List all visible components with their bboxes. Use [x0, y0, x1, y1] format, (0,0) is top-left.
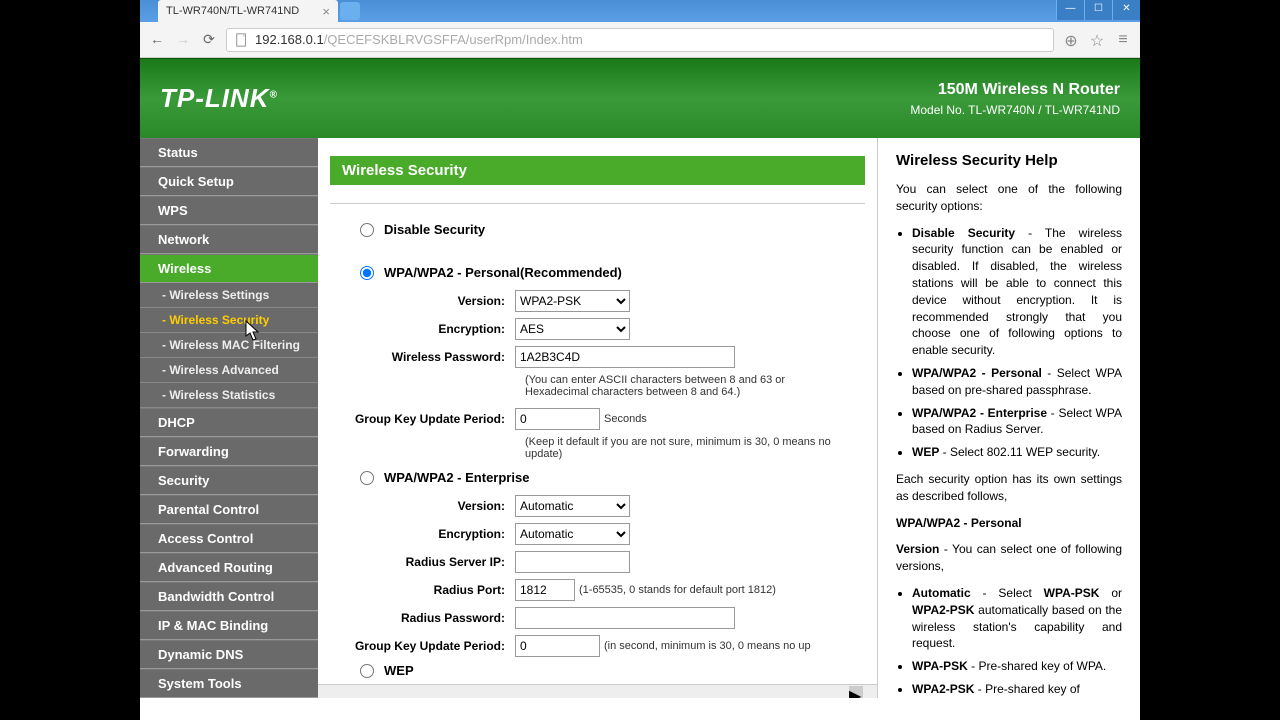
radius-port-input[interactable] [515, 579, 575, 601]
sidebar-item---wireless-mac-filtering[interactable]: - Wireless MAC Filtering [140, 333, 318, 358]
address-bar[interactable]: 192.168.0.1/QECEFSKBLRVGSFFA/userRpm/Ind… [226, 28, 1054, 52]
sidebar-item-dhcp[interactable]: DHCP [140, 408, 318, 437]
personal-version-select[interactable]: WPA2-PSK [515, 290, 630, 312]
wpa-enterprise-label: WPA/WPA2 - Enterprise [384, 470, 529, 485]
help-versions-list: Automatic - Select WPA-PSK or WPA2-PSK a… [912, 585, 1122, 698]
main-panel: Wireless Security Disable Security WPA/W… [318, 138, 878, 698]
radius-pw-label: Radius Password: [330, 611, 515, 625]
tab-title: TL-WR740N/TL-WR741ND [166, 5, 299, 17]
model-number: Model No. TL-WR740N / TL-WR741ND [910, 103, 1120, 117]
window-max-icon[interactable]: ☐ [1084, 0, 1112, 20]
sidebar-item-bandwidth-control[interactable]: Bandwidth Control [140, 582, 318, 611]
encryption-label: Encryption: [330, 322, 515, 336]
gkup-hint: (Keep it default if you are not sure, mi… [525, 436, 845, 460]
help-intro: You can select one of the following secu… [896, 181, 1122, 215]
personal-gkup-input[interactable] [515, 408, 600, 430]
wpa-personal-label: WPA/WPA2 - Personal(Recommended) [384, 265, 622, 280]
help-options-list: Disable Security - The wireless security… [912, 225, 1122, 461]
browser-tab[interactable]: TL-WR740N/TL-WR741ND × [158, 0, 338, 22]
ent-version-label: Version: [330, 499, 515, 513]
radius-port-hint: (1-65535, 0 stands for default port 1812… [579, 584, 776, 596]
personal-encryption-select[interactable]: AES [515, 318, 630, 340]
sidebar-item---wireless-statistics[interactable]: - Wireless Statistics [140, 383, 318, 408]
sidebar-item-access-control[interactable]: Access Control [140, 524, 318, 553]
help-bullet: Automatic - Select WPA-PSK or WPA2-PSK a… [912, 585, 1122, 652]
enterprise-version-select[interactable]: Automatic [515, 495, 630, 517]
router-header: TP-LINK® 150M Wireless N Router Model No… [140, 58, 1140, 138]
sidebar-item-parental-control[interactable]: Parental Control [140, 495, 318, 524]
page-icon [235, 33, 249, 47]
sidebar-item-security[interactable]: Security [140, 466, 318, 495]
new-tab-button[interactable] [340, 2, 360, 20]
window-min-icon[interactable]: — [1056, 0, 1084, 20]
reload-button[interactable]: ⟳ [200, 31, 218, 49]
wep-label: WEP [384, 663, 414, 678]
back-button[interactable]: ← [148, 31, 166, 49]
seconds-label: Seconds [604, 413, 647, 425]
horizontal-scrollbar[interactable]: ▶ [318, 684, 877, 698]
help-personal-heading: WPA/WPA2 - Personal [896, 516, 1022, 530]
url-text: 192.168.0.1/QECEFSKBLRVGSFFA/userRpm/Ind… [255, 32, 583, 47]
disable-security-label: Disable Security [384, 222, 485, 237]
sidebar-item---wireless-security[interactable]: - Wireless Security [140, 308, 318, 333]
browser-toolbar: ← → ⟳ 192.168.0.1/QECEFSKBLRVGSFFA/userR… [140, 22, 1140, 58]
sidebar-item-status[interactable]: Status [140, 138, 318, 167]
ent-gkup-label: Group Key Update Period: [330, 639, 515, 653]
version-label: Version: [330, 294, 515, 308]
help-bullet: Disable Security - The wireless security… [912, 225, 1122, 359]
radius-ip-input[interactable] [515, 551, 630, 573]
radio-disable-security[interactable] [360, 223, 374, 237]
sidebar-item-wps[interactable]: WPS [140, 196, 318, 225]
sidebar-item-dynamic-dns[interactable]: Dynamic DNS [140, 640, 318, 669]
sidebar-item-ip---mac-binding[interactable]: IP & MAC Binding [140, 611, 318, 640]
sidebar-item-system-tools[interactable]: System Tools [140, 669, 318, 698]
help-bullet: WPA-PSK - Pre-shared key of WPA. [912, 658, 1122, 675]
help-title: Wireless Security Help [896, 152, 1122, 169]
ent-gkup-hint: (in second, minimum is 30, 0 means no up [604, 640, 811, 652]
wireless-password-label: Wireless Password: [330, 350, 515, 364]
radius-password-input[interactable] [515, 607, 735, 629]
gkup-label: Group Key Update Period: [330, 412, 515, 426]
close-tab-icon[interactable]: × [322, 4, 330, 19]
enterprise-gkup-input[interactable] [515, 635, 600, 657]
logo: TP-LINK® [160, 83, 278, 114]
radius-port-label: Radius Port: [330, 583, 515, 597]
wireless-password-input[interactable] [515, 346, 735, 368]
radius-ip-label: Radius Server IP: [330, 555, 515, 569]
radio-wep[interactable] [360, 664, 374, 678]
help-para2: Each security option has its own setting… [896, 471, 1122, 505]
help-bullet: WEP - Select 802.11 WEP security. [912, 444, 1122, 461]
help-panel: Wireless Security Help You can select on… [878, 138, 1140, 698]
radio-wpa-enterprise[interactable] [360, 471, 374, 485]
help-bullet: WPA/WPA2 - Enterprise - Select WPA based… [912, 405, 1122, 439]
sidebar: StatusQuick SetupWPSNetworkWireless- Wir… [140, 138, 318, 698]
help-version-para: Version - You can select one of followin… [896, 541, 1122, 575]
sidebar-item-network[interactable]: Network [140, 225, 318, 254]
menu-icon[interactable]: ≡ [1114, 31, 1132, 49]
product-name: 150M Wireless N Router [910, 81, 1120, 99]
ent-encryption-label: Encryption: [330, 527, 515, 541]
password-hint: (You can enter ASCII characters between … [525, 374, 845, 398]
page-title: Wireless Security [330, 156, 865, 185]
sidebar-item-advanced-routing[interactable]: Advanced Routing [140, 553, 318, 582]
forward-button[interactable]: → [174, 31, 192, 49]
enterprise-encryption-select[interactable]: Automatic [515, 523, 630, 545]
sidebar-item-forwarding[interactable]: Forwarding [140, 437, 318, 466]
bookmark-icon[interactable]: ☆ [1088, 31, 1106, 49]
window-close-icon[interactable]: ✕ [1112, 0, 1140, 20]
translate-icon[interactable]: ⊕ [1062, 31, 1080, 49]
help-bullet: WPA2-PSK - Pre-shared key of [912, 681, 1122, 698]
sidebar-item-wireless[interactable]: Wireless [140, 254, 318, 283]
sidebar-item---wireless-advanced[interactable]: - Wireless Advanced [140, 358, 318, 383]
sidebar-item---wireless-settings[interactable]: - Wireless Settings [140, 283, 318, 308]
radio-wpa-personal[interactable] [360, 266, 374, 280]
help-bullet: WPA/WPA2 - Personal - Select WPA based o… [912, 365, 1122, 399]
sidebar-item-quick-setup[interactable]: Quick Setup [140, 167, 318, 196]
